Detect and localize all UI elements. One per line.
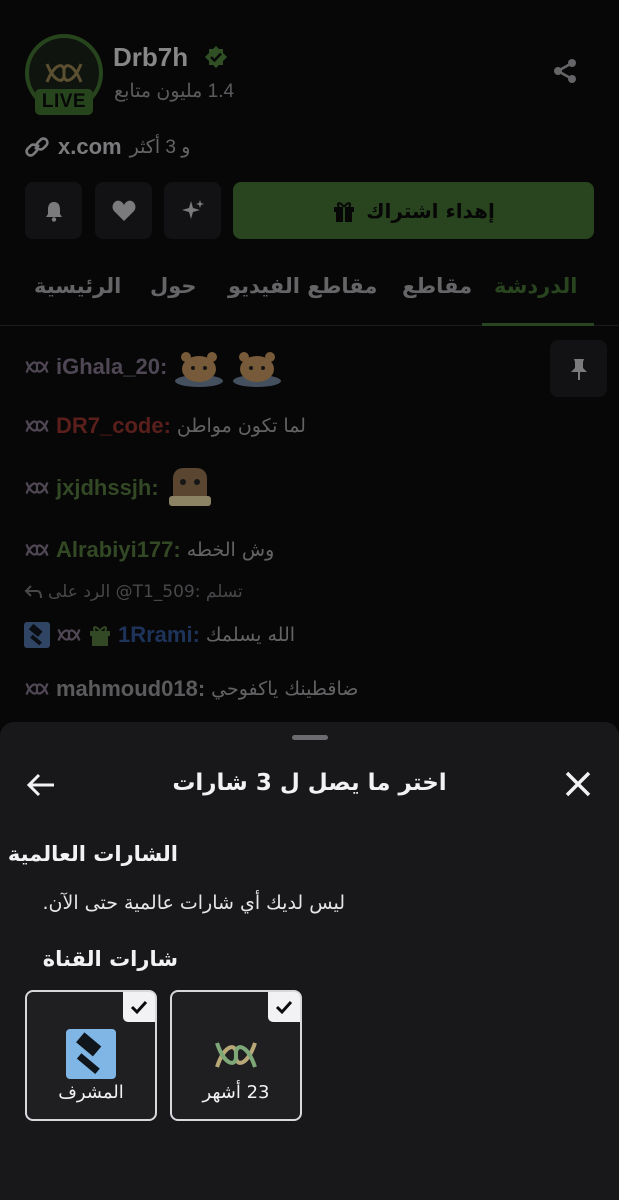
badge-label: 23 أشهر [202,1082,270,1103]
badge-picker-sheet: اختر ما يصل ل 3 شارات الشارات العالمية ل… [0,722,619,1200]
global-badges-empty: ليس لديك أي شارات عالمية حتى الآن. [42,892,346,914]
badge-option-subscriber[interactable]: 23 أشهر [170,990,302,1121]
sheet-title: اختر ما يصل ل 3 شارات [172,770,447,796]
selected-check-icon [123,992,155,1022]
close-icon[interactable] [564,770,592,798]
subscriber-badge-icon [215,1042,257,1068]
channel-badges-heading: شارات القناة [42,947,178,971]
selected-check-icon [268,992,300,1022]
moderator-gavel-icon [66,1029,116,1079]
badge-label: المشرف [58,1082,124,1103]
global-badges-heading: الشارات العالمية [7,842,178,866]
badge-option-moderator[interactable]: المشرف [25,990,157,1121]
sheet-drag-handle[interactable] [292,735,328,740]
